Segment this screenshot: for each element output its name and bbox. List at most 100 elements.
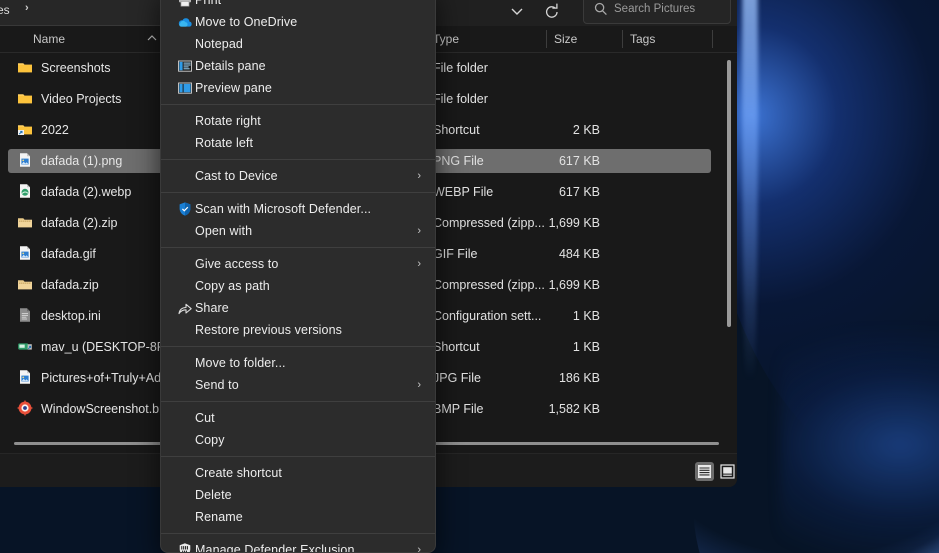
menu-item-label: Details pane [195,59,266,73]
menu-separator [161,456,435,457]
file-name: Pictures+of+Truly+Ad [41,371,162,385]
file-size: 617 KB [558,185,600,199]
column-header-type[interactable]: Type [433,32,459,46]
network-shortcut-icon [17,338,35,356]
file-type: GIF File [433,247,478,261]
file-type: JPG File [433,371,481,385]
menu-item-label: Give access to [195,257,279,271]
file-type: Shortcut [433,123,480,137]
column-divider[interactable] [622,30,623,48]
menu-item-label: Print [195,0,222,7]
menu-item-share[interactable]: Share [161,297,435,319]
menu-item-label: Scan with Microsoft Defender... [195,202,372,216]
menu-item-label: Preview pane [195,81,272,95]
file-name: desktop.ini [41,309,101,323]
details-view-icon[interactable] [695,462,714,481]
menu-item-restore-previous-versions[interactable]: Restore previous versions [161,319,435,341]
column-header-size[interactable]: Size [554,32,577,46]
menu-item-details-pane[interactable]: Details pane [161,55,435,77]
menu-item-label: Move to folder... [195,356,286,370]
menu-item-move-to-folder[interactable]: Move to folder... [161,352,435,374]
search-icon [594,2,608,16]
file-size: 1 KB [572,309,600,323]
menu-item-label: Delete [195,488,232,502]
menu-item-delete[interactable]: Delete [161,484,435,506]
file-size: 617 KB [558,154,600,168]
menu-item-move-to-onedrive[interactable]: Move to OneDrive [161,11,435,33]
zip-file-icon [17,214,35,232]
file-type: File folder [433,92,488,106]
file-size: 1,699 KB [548,278,600,292]
menu-item-copy-as-path[interactable]: Copy as path [161,275,435,297]
menu-item-label: Cut [195,411,215,425]
file-size: 1,699 KB [548,216,600,230]
zip-file-icon [17,276,35,294]
menu-item-rotate-left[interactable]: Rotate left [161,132,435,154]
file-size: 1 KB [572,340,600,354]
file-type: Shortcut [433,340,480,354]
menu-item-label: Copy as path [195,279,270,293]
file-name: WindowScreenshot.bm [41,402,170,416]
file-name: dafada.zip [41,278,99,292]
webp-file-icon [17,183,35,201]
vertical-scrollbar[interactable] [723,58,735,438]
search-input[interactable]: Search Pictures [583,0,731,24]
details-pane-icon [177,58,193,74]
folder-shortcut-icon [17,121,35,139]
submenu-chevron-icon: › [417,379,421,391]
menu-item-scan-with-microsoft-defender[interactable]: Scan with Microsoft Defender... [161,198,435,220]
jpg-file-icon [17,369,35,387]
chevron-down-icon[interactable] [510,0,524,26]
file-name: Screenshots [41,61,111,75]
menu-item-cast-to-device[interactable]: Cast to Device › [161,165,435,187]
submenu-chevron-icon: › [417,170,421,182]
file-type: BMP File [433,402,484,416]
menu-item-notepad[interactable]: Notepad [161,33,435,55]
gif-file-icon [17,245,35,263]
file-name: dafada (1).png [41,154,123,168]
large-icons-view-icon[interactable] [718,462,737,481]
menu-item-send-to[interactable]: Send to › [161,374,435,396]
menu-item-rotate-right[interactable]: Rotate right [161,110,435,132]
column-divider[interactable] [546,30,547,48]
file-name: dafada (2).webp [41,185,132,199]
file-type: WEBP File [433,185,494,199]
submenu-chevron-icon: › [417,225,421,237]
refresh-icon[interactable] [543,0,561,18]
menu-item-label: Send to [195,378,239,392]
column-divider[interactable] [712,30,713,48]
menu-item-manage-defender-exclusion[interactable]: Manage Defender Exclusion › [161,539,435,553]
menu-item-preview-pane[interactable]: Preview pane [161,77,435,99]
menu-item-label: Cast to Device [195,169,278,183]
menu-separator [161,533,435,534]
column-header-name[interactable]: Name [33,32,65,46]
menu-item-print[interactable]: Print [161,0,435,11]
menu-item-copy[interactable]: Copy [161,429,435,451]
menu-item-create-shortcut[interactable]: Create shortcut [161,462,435,484]
menu-item-label: Move to OneDrive [195,15,298,29]
column-header-tags[interactable]: Tags [630,32,655,46]
menu-separator [161,192,435,193]
vertical-scrollbar-thumb[interactable] [727,60,731,327]
submenu-chevron-icon: › [417,258,421,270]
menu-separator [161,346,435,347]
menu-item-rename[interactable]: Rename [161,506,435,528]
breadcrumb-chevron-icon[interactable]: › [25,2,29,14]
menu-item-cut[interactable]: Cut [161,407,435,429]
ini-file-icon [17,307,35,325]
menu-item-open-with[interactable]: Open with › [161,220,435,242]
file-size: 484 KB [558,247,600,261]
printer-icon [177,0,193,8]
menu-item-label: Copy [195,433,225,447]
file-size: 1,582 KB [548,402,600,416]
file-size: 2 KB [572,123,600,137]
menu-item-label: Manage Defender Exclusion [195,543,355,553]
share-icon [177,300,193,316]
breadcrumb-segment[interactable]: es [0,3,10,17]
menu-separator [161,104,435,105]
submenu-chevron-icon: › [417,544,421,553]
menu-item-give-access-to[interactable]: Give access to › [161,253,435,275]
search-placeholder: Search Pictures [614,3,696,15]
context-menu[interactable]: Print Move to OneDrive Notepad Details pa… [160,0,436,553]
sort-ascending-icon [146,33,158,45]
